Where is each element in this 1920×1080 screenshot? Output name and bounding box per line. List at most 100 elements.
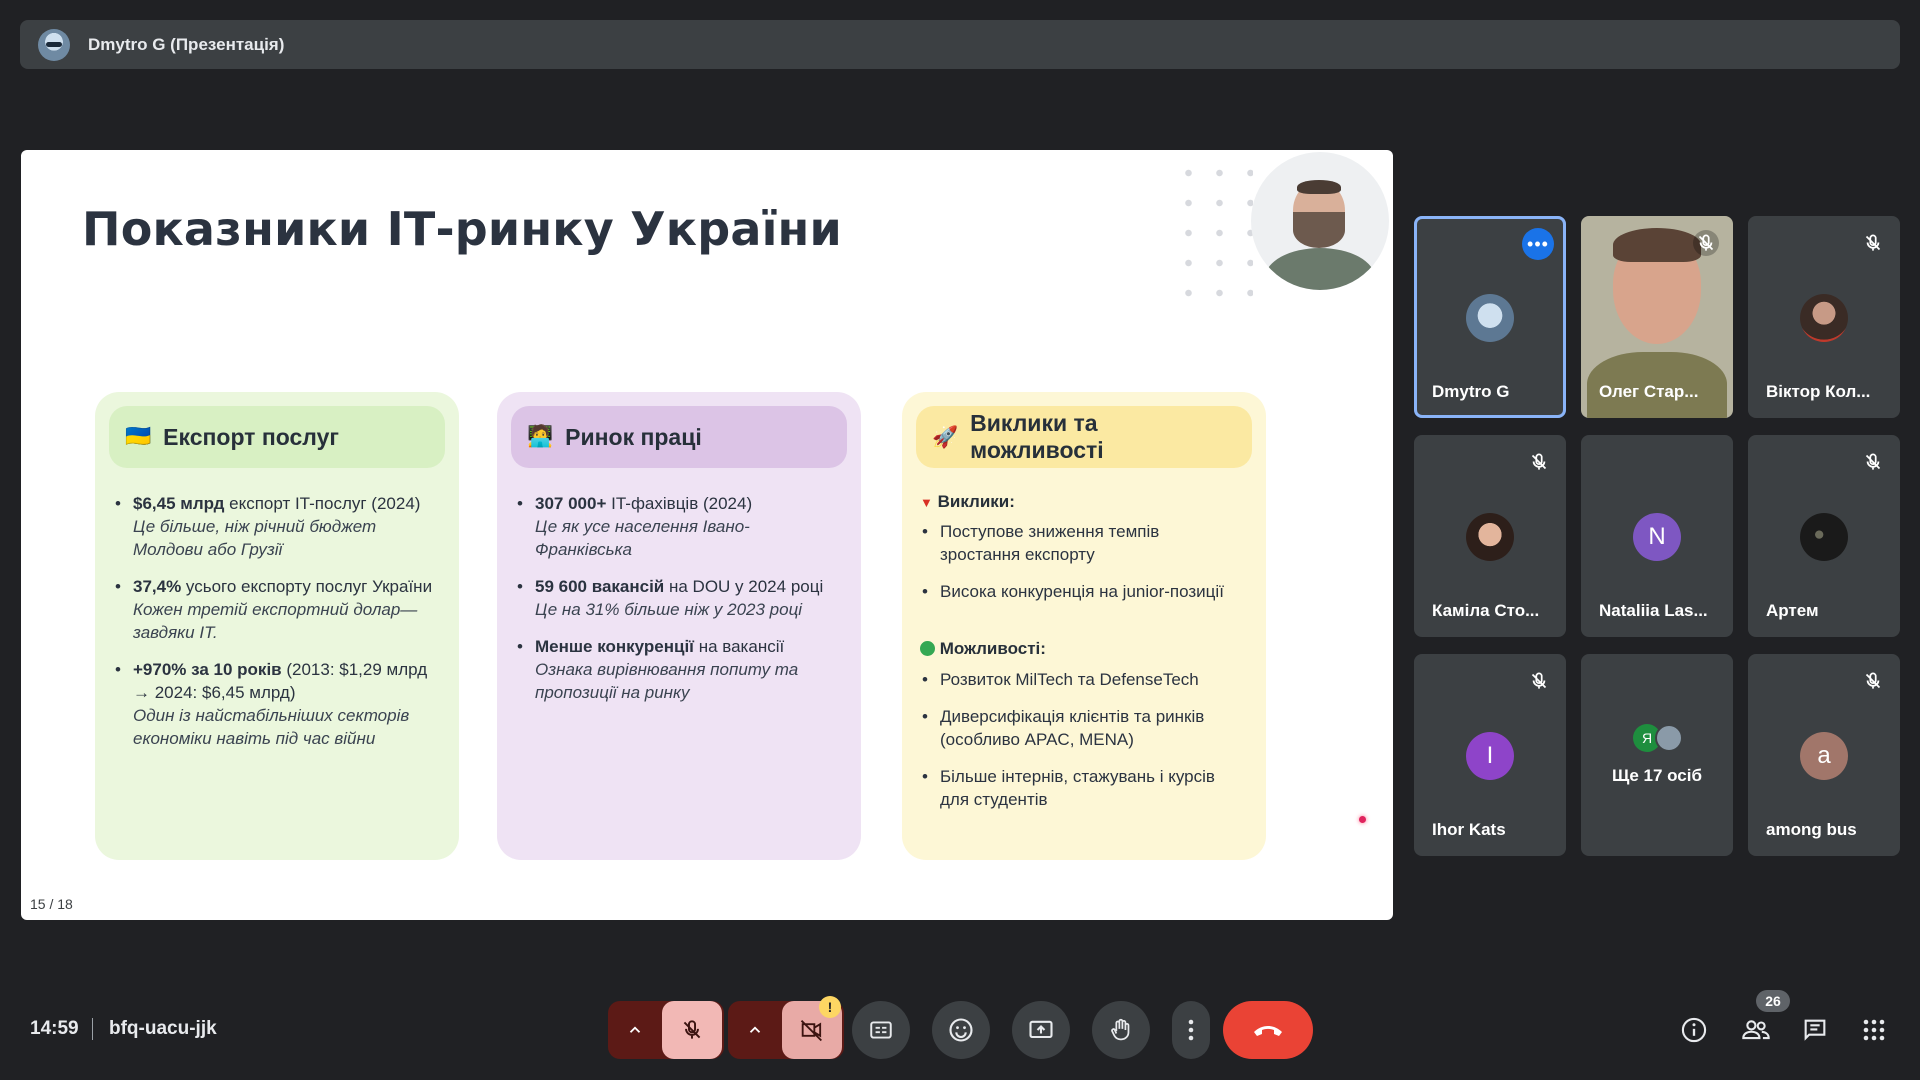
laser-pointer — [1359, 816, 1366, 823]
mic-off-icon — [1865, 234, 1881, 251]
card-challenges-header: 🚀 Виклики та можливості — [916, 406, 1252, 468]
presentation-slide: Показники ІТ-ринку України 🇺🇦 Експорт по… — [21, 150, 1393, 920]
participant-tile[interactable]: Віктор Кол... — [1748, 216, 1900, 418]
chat-icon — [1804, 1019, 1826, 1041]
participant-name: Артем — [1766, 601, 1819, 620]
card-challenges: 🚀 Виклики таможливості ▼ Виклики: Поступ… — [902, 392, 1266, 860]
video-settings-button[interactable] — [728, 1001, 782, 1059]
participant-avatar: I — [1466, 732, 1514, 780]
clock: 14:59 — [30, 1018, 79, 1039]
participant-tile[interactable]: Олег Стар... — [1581, 216, 1733, 418]
hand-icon — [1111, 1018, 1130, 1041]
participant-name: Nataliia Las... — [1599, 601, 1708, 620]
opportunities-list: Розвиток MilTech та DefenseTech Диверсиф… — [922, 668, 1244, 825]
camera-warning-icon[interactable]: ! — [819, 996, 841, 1018]
participant-tile[interactable]: ••• Dmytro G — [1414, 216, 1566, 418]
decorative-dot-grid — [1173, 158, 1253, 308]
green-circle-icon — [920, 641, 935, 656]
mic-off-icon — [1865, 672, 1881, 689]
list-item: Висока конкуренція на junior-позиції — [922, 580, 1244, 603]
list-item: 59 600 вакансій на DOU у 2024 роціЦе на … — [517, 575, 839, 621]
more-options-button[interactable] — [1172, 1001, 1210, 1059]
presenter-bar: Dmytro G (Презентація) — [20, 20, 1900, 69]
mic-control-group — [608, 1001, 724, 1059]
meeting-details-button[interactable] — [1678, 1014, 1710, 1046]
participant-avatar: N — [1633, 513, 1681, 561]
list-item: Диверсифікація клієнтів та ринків (особл… — [922, 705, 1244, 751]
camera-off-icon — [800, 1020, 822, 1042]
reactions-button[interactable] — [932, 1001, 990, 1059]
more-vert-icon — [1188, 1019, 1194, 1041]
slide-page-number: 15 / 18 — [30, 896, 73, 912]
card-export: 🇺🇦 Експорт послуг $6,45 млрд експорт IT-… — [95, 392, 459, 860]
participant-name: Олег Стар... — [1599, 382, 1699, 401]
rocket-icon: 🚀 — [932, 425, 959, 449]
participant-name: Dmytro G — [1432, 382, 1510, 401]
mini-avatar-image — [1655, 724, 1683, 752]
opportunities-label: Можливості: — [920, 639, 1046, 659]
mic-off-icon — [1865, 453, 1881, 470]
card-challenges-title-1: Виклики та — [970, 410, 1098, 436]
card-export-header: 🇺🇦 Експорт послуг — [109, 406, 445, 468]
participant-avatar — [1466, 294, 1514, 342]
card-challenges-title-2: можливості — [970, 437, 1104, 463]
mic-off-icon — [1531, 453, 1547, 470]
list-item: 37,4% усього експорту послуг УкраїниКоже… — [115, 575, 437, 644]
mic-off-icon — [1531, 672, 1547, 689]
card-export-title: Експорт послуг — [163, 423, 339, 450]
participant-tile[interactable]: a among bus — [1748, 654, 1900, 856]
list-item: Поступове зниження темпів зростання експ… — [922, 520, 1244, 566]
chevron-up-icon — [749, 1026, 761, 1033]
captions-button[interactable] — [852, 1001, 910, 1059]
hang-up-icon — [1254, 1026, 1282, 1036]
meeting-code: bfq-uacu-jjk — [109, 1018, 217, 1039]
participant-avatar: a — [1800, 732, 1848, 780]
info-icon — [1681, 1017, 1707, 1043]
presenter-camera-bubble — [1251, 152, 1389, 290]
slide-title: Показники ІТ-ринку України — [82, 202, 842, 256]
participant-tile[interactable]: N Nataliia Las... — [1581, 435, 1733, 637]
red-triangle-icon: ▼ — [920, 495, 933, 510]
ukraine-flag-icon: 🇺🇦 — [125, 425, 152, 448]
list-item: Розвиток MilTech та DefenseTech — [922, 668, 1244, 691]
participant-name: Віктор Кол... — [1766, 382, 1871, 401]
people-count-badge: 26 — [1756, 990, 1790, 1012]
present-icon — [1029, 1020, 1053, 1039]
challenges-label: ▼ Виклики: — [920, 492, 1015, 511]
leave-call-button[interactable] — [1223, 1001, 1313, 1059]
participant-tile[interactable]: I Ihor Kats — [1414, 654, 1566, 856]
list-item: Менше конкуренції на вакансіїОзнака вирі… — [517, 635, 839, 704]
participant-avatar — [1800, 294, 1848, 342]
mic-off-icon — [1693, 230, 1719, 256]
divider — [92, 1018, 93, 1040]
presenter-title: Dmytro G (Презентація) — [88, 34, 285, 54]
people-icon — [1742, 1020, 1770, 1040]
mini-avatars: Я — [1633, 724, 1683, 752]
chat-button[interactable] — [1799, 1014, 1831, 1046]
more-participants-tile[interactable]: Я Ще 17 осіб — [1581, 654, 1733, 856]
presenter-avatar — [38, 28, 70, 61]
apps-grid-icon — [1863, 1019, 1885, 1041]
more-options-icon[interactable]: ••• — [1522, 228, 1554, 260]
list-item: +970% за 10 років (2013: $1,29 млрд → 20… — [115, 658, 437, 750]
challenges-list: Поступове зниження темпів зростання експ… — [922, 520, 1244, 617]
list-item: $6,45 млрд експорт IT-послуг (2024)Це бі… — [115, 492, 437, 561]
participant-tile[interactable]: Артем — [1748, 435, 1900, 637]
list-item: 307 000+ IT-фахівців (2024)Це як усе нас… — [517, 492, 839, 561]
participant-avatar — [1466, 513, 1514, 561]
card-labor-market: 🧑‍💻 Ринок праці 307 000+ IT-фахівців (20… — [497, 392, 861, 860]
participant-name: among bus — [1766, 820, 1857, 839]
mic-toggle-button[interactable] — [662, 1001, 722, 1059]
raise-hand-button[interactable] — [1092, 1001, 1150, 1059]
more-participants-label: Ще 17 осіб — [1612, 766, 1702, 785]
participant-tile[interactable]: Каміла Сто... — [1414, 435, 1566, 637]
people-button[interactable] — [1740, 1014, 1772, 1046]
captions-icon — [870, 1021, 892, 1039]
audio-settings-button[interactable] — [608, 1001, 662, 1059]
activities-button[interactable] — [1858, 1014, 1890, 1046]
list-item: Більше інтернів, стажувань і курсів для … — [922, 765, 1244, 811]
chevron-up-icon — [629, 1026, 641, 1033]
present-screen-button[interactable] — [1012, 1001, 1070, 1059]
mic-off-icon — [683, 1020, 701, 1039]
participant-avatar — [1800, 513, 1848, 561]
